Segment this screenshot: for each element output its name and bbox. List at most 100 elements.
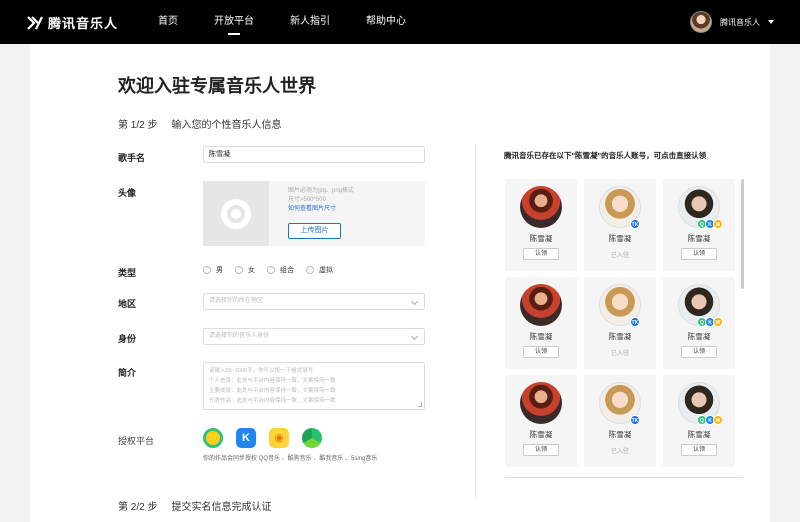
account-name: 陈雪凝 bbox=[687, 234, 711, 243]
radio-icon bbox=[235, 266, 243, 274]
avatar-hint-size: 尺寸>500*500 bbox=[288, 197, 326, 203]
avatar-upload-area: 图片必须为jpg、png格式 尺寸>500*500 如何查看图片尺寸 上传图片 bbox=[203, 181, 425, 246]
account-name: 陈雪凝 bbox=[687, 430, 711, 439]
top-navigation-bar: 腾讯音乐人 首页 开放平台 新人指引 帮助中心 腾讯音乐人 bbox=[0, 0, 800, 44]
nav-open-platform[interactable]: 开放平台 bbox=[214, 0, 254, 44]
account-name: 陈雪凝 bbox=[529, 234, 553, 243]
claim-button[interactable]: 认领 bbox=[523, 346, 559, 358]
page-title: 欢迎入驻专属音乐人世界 bbox=[118, 76, 316, 96]
type-option-virtual[interactable]: 虚拟 bbox=[306, 265, 333, 275]
platform-badge-icon: W bbox=[713, 317, 723, 327]
type-option-label: 男 bbox=[216, 267, 223, 274]
singer-name-input[interactable]: 陈雪凝 bbox=[203, 146, 425, 163]
nav-newcomer-guide[interactable]: 新人指引 bbox=[290, 0, 330, 44]
region-select[interactable]: 请选择你的所在地区 bbox=[203, 293, 425, 310]
account-card: TK 陈雪凝 已入驻 bbox=[584, 277, 656, 369]
user-menu[interactable]: 腾讯音乐人 bbox=[690, 11, 774, 33]
account-name: 陈雪凝 bbox=[687, 332, 711, 341]
account-card: Q K W 陈雪凝 认领 bbox=[663, 375, 735, 467]
upload-image-button[interactable]: 上传图片 bbox=[288, 223, 341, 239]
platform-badge-icon: W bbox=[713, 219, 723, 229]
intro-textarea[interactable]: 请输入50~2000字，你可以按一下格式填写: 个人信息：此处与平台内容保持一致… bbox=[203, 362, 425, 410]
singer-name-label: 歌手名 bbox=[118, 153, 146, 163]
intro-placeholder-line: 主要成就：此处与平台内容保持一致，文案保持一致 bbox=[209, 388, 336, 394]
account-name: 陈雪凝 bbox=[608, 430, 632, 439]
account-card: TK 陈雪凝已入驻 bbox=[584, 375, 656, 467]
platform-badge-icon: TK bbox=[630, 317, 640, 327]
how-to-check-size-link[interactable]: 如何查看图片尺寸 bbox=[288, 205, 354, 214]
step-1-text: 输入您的个性音乐人信息 bbox=[171, 120, 282, 131]
type-option-label: 组合 bbox=[280, 267, 294, 274]
type-option-label: 虚拟 bbox=[319, 267, 333, 274]
existing-accounts-title: 腾讯音乐已存在以下"陈雪凝"的音乐人账号，可点击直接认领 bbox=[504, 151, 707, 160]
step-2-text: 提交实名信息完成认证 bbox=[171, 502, 272, 513]
caret-down-icon bbox=[768, 20, 774, 24]
account-name: 陈雪凝 bbox=[529, 332, 553, 341]
account-name: 陈雪凝 bbox=[608, 332, 632, 341]
claim-button[interactable]: 认领 bbox=[681, 248, 717, 260]
avatar bbox=[520, 186, 562, 228]
image-placeholder-icon bbox=[203, 181, 269, 246]
platform-badge-icon: TK bbox=[630, 415, 640, 425]
type-option-label: 女 bbox=[248, 267, 255, 274]
step-2-number: 第 2/2 步 bbox=[118, 502, 158, 513]
region-placeholder: 请选择你的所在地区 bbox=[209, 298, 264, 304]
avatar bbox=[520, 284, 562, 326]
chevron-down-icon bbox=[410, 332, 419, 341]
claim-button[interactable]: 认领 bbox=[523, 444, 559, 456]
identity-select[interactable]: 请选择你的音乐人身份 bbox=[203, 328, 425, 345]
user-name: 腾讯音乐人 bbox=[720, 17, 760, 27]
main-card: 欢迎入驻专属音乐人世界 第 1/2 步 输入您的个性音乐人信息 歌手名 陈雪凝 头… bbox=[30, 44, 770, 522]
claim-button[interactable]: 认领 bbox=[681, 444, 717, 456]
platform-badge-icon: TK bbox=[630, 219, 640, 229]
identity-placeholder: 请选择你的音乐人身份 bbox=[209, 333, 270, 339]
step-2-heading: 第 2/2 步 提交实名信息完成认证 bbox=[118, 498, 271, 513]
radio-icon bbox=[267, 266, 275, 274]
account-card: 陈雪凝 认领 bbox=[505, 277, 577, 369]
5sing-icon bbox=[302, 428, 322, 448]
account-card: Q K W 陈雪凝 认领 bbox=[663, 277, 735, 369]
account-name: 陈雪凝 bbox=[608, 234, 632, 243]
status-badge: 已入驻 bbox=[610, 253, 629, 259]
tme-logo-icon bbox=[27, 15, 43, 30]
intro-placeholder-line: 个人信息：此处与平台内容保持一致，文案保持一致 bbox=[209, 378, 336, 384]
intro-label: 简介 bbox=[118, 368, 137, 378]
type-label: 类型 bbox=[118, 268, 137, 278]
logo[interactable]: 腾讯音乐人 bbox=[27, 13, 118, 32]
step-1-number: 第 1/2 步 bbox=[118, 120, 158, 131]
avatar-label: 头像 bbox=[118, 188, 137, 198]
avatar bbox=[690, 11, 712, 33]
platform-badge-icon: W bbox=[713, 415, 723, 425]
radio-icon bbox=[203, 266, 211, 274]
existing-accounts-grid[interactable]: 陈雪凝 认领 TK 陈雪凝 已入驻 Q K W 陈雪凝 认领 陈雪凝 认领 TK 陈雪凝 已入驻 Q K W 陈雪凝… bbox=[505, 179, 743, 477]
kuwo-icon: ◉ bbox=[269, 428, 289, 448]
nav-help-center[interactable]: 帮助中心 bbox=[366, 0, 406, 44]
type-option-group[interactable]: 组合 bbox=[267, 265, 294, 275]
resize-handle-icon[interactable] bbox=[418, 403, 422, 407]
step-1-heading: 第 1/2 步 输入您的个性音乐人信息 bbox=[118, 116, 281, 131]
account-card: 陈雪凝 认领 bbox=[505, 375, 577, 467]
intro-placeholder-line: 请输入50~2000字，你可以按一下格式填写: bbox=[209, 368, 315, 374]
avatar bbox=[520, 382, 562, 424]
qq-music-icon bbox=[203, 428, 223, 448]
nav-home[interactable]: 首页 bbox=[158, 0, 178, 44]
account-card: TK 陈雪凝已入驻 bbox=[584, 179, 656, 271]
platform-icons: K ◉ bbox=[203, 428, 322, 448]
account-card: 陈雪凝 认领 bbox=[505, 179, 577, 271]
main-nav: 首页 开放平台 新人指引 帮助中心 bbox=[158, 0, 406, 44]
status-badge: 已入驻 bbox=[610, 449, 629, 455]
region-label: 地区 bbox=[118, 299, 137, 309]
type-option-female[interactable]: 女 bbox=[235, 265, 255, 275]
platforms-label: 授权平台 bbox=[118, 436, 155, 446]
type-radio-group: 男 女 组合 虚拟 bbox=[203, 265, 333, 275]
kugou-icon: K bbox=[236, 428, 256, 448]
logo-text: 腾讯音乐人 bbox=[48, 16, 119, 31]
claim-button[interactable]: 认领 bbox=[523, 248, 559, 260]
column-divider bbox=[475, 144, 476, 499]
claim-button[interactable]: 认领 bbox=[681, 346, 717, 358]
chevron-down-icon bbox=[410, 297, 419, 306]
grid-scrollbar[interactable] bbox=[741, 179, 744, 289]
identity-label: 身份 bbox=[118, 334, 137, 344]
avatar-hint-format: 图片必须为jpg、png格式 bbox=[288, 188, 355, 194]
type-option-male[interactable]: 男 bbox=[203, 265, 223, 275]
